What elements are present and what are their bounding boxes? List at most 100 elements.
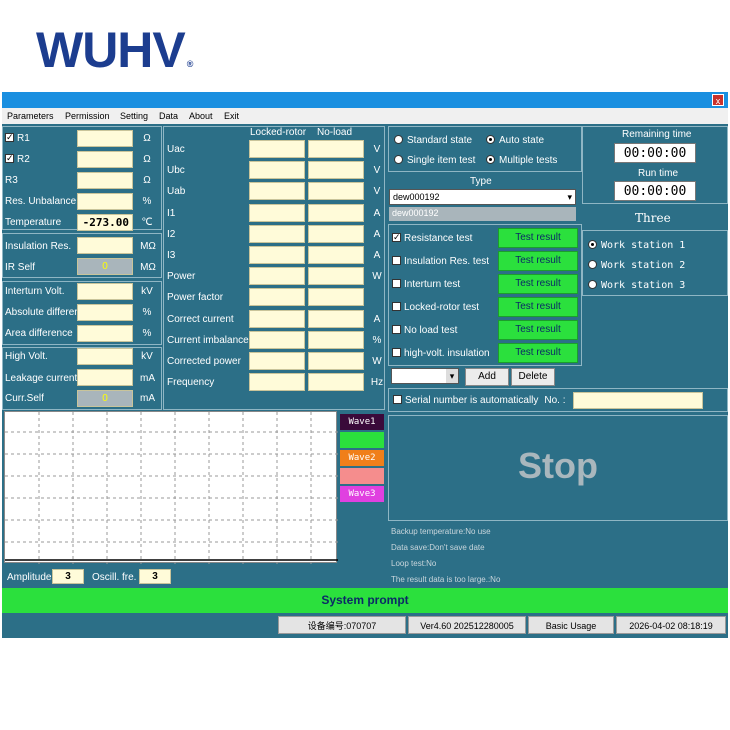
locked-rotor-field (249, 224, 305, 243)
no-load-field (308, 161, 364, 180)
r2-checkbox[interactable]: R2 (5, 152, 30, 166)
test-select[interactable]: ▾ (391, 368, 459, 384)
absolute-diff-label: Absolute differer (5, 307, 78, 318)
curr-self-field: 0 (77, 390, 133, 407)
locked-rotor-field (249, 267, 305, 286)
close-icon[interactable]: x (712, 94, 724, 106)
high-volt-unit: kV (141, 351, 153, 362)
measure-label: Power (167, 271, 196, 283)
test-checkbox[interactable]: Locked-rotor test (392, 302, 479, 314)
locked-rotor-field (249, 330, 305, 349)
no-load-header: No-load (317, 127, 353, 138)
area-diff-label: Area difference (5, 328, 73, 339)
info-backup-temperature: Backup temperature:No use (391, 527, 491, 536)
station-3-radio[interactable]: Work station 3 (588, 280, 685, 292)
no-load-field (308, 373, 364, 392)
station-2-radio[interactable]: Work station 2 (588, 260, 685, 272)
menu-permission[interactable]: Permission (65, 111, 110, 121)
status-mode: Basic Usage (528, 616, 614, 634)
type-select[interactable]: dew000192 ▾ (389, 189, 576, 205)
add-button[interactable]: Add (465, 368, 509, 386)
menu-data[interactable]: Data (159, 111, 178, 121)
standard-state-radio[interactable]: Standard state (394, 135, 472, 147)
unbalance-field (77, 193, 133, 210)
test-checkbox[interactable]: Insulation Res. test (392, 256, 489, 268)
test-result-badge: Test result (498, 228, 578, 248)
wave3-button[interactable]: Wave3 (340, 486, 384, 502)
measure-label: Frequency (167, 377, 215, 389)
menu-parameters[interactable]: Parameters (7, 111, 54, 121)
menu-bar: Parameters Permission Setting Data About… (2, 108, 728, 124)
leakage-current-unit: mA (140, 373, 155, 384)
locked-rotor-field (249, 182, 305, 201)
locked-rotor-field (249, 309, 305, 328)
menu-exit[interactable]: Exit (224, 111, 239, 121)
measure-label: I3 (167, 250, 176, 261)
measure-label: Ubc (167, 165, 185, 177)
wave-green-button[interactable] (340, 432, 384, 448)
multiple-tests-radio[interactable]: Multiple tests (486, 155, 557, 167)
wave2-button[interactable]: Wave2 (340, 450, 384, 466)
no-load-field (308, 182, 364, 201)
ir-self-unit: MΩ (140, 262, 156, 273)
locked-rotor-field (249, 352, 305, 370)
high-volt-label: High Volt. (5, 351, 48, 362)
insulation-res-label: Insulation Res. (5, 241, 72, 252)
brand-logo: WUHV ® (36, 22, 194, 78)
no-load-field (308, 224, 364, 243)
measure-label: Current imbalance (167, 334, 249, 346)
locked-rotor-header: Locked-rotor (250, 127, 307, 138)
amplitude-input[interactable]: 3 (52, 569, 84, 584)
test-result-badge: Test result (498, 274, 578, 294)
status-device: 设备编号:070707 (278, 616, 406, 634)
checkbox-icon (392, 279, 401, 288)
checkbox-icon (393, 395, 402, 404)
stations-title: Three (635, 211, 671, 225)
no-load-field (308, 267, 364, 286)
locked-rotor-field (249, 161, 305, 180)
r2-unit: Ω (143, 154, 151, 165)
area-diff-field (77, 325, 133, 342)
delete-button[interactable]: Delete (511, 368, 555, 386)
station-1-radio[interactable]: Work station 1 (588, 240, 685, 252)
chevron-down-icon: ▾ (446, 369, 458, 383)
checkbox-icon (392, 348, 401, 357)
wave-pink-button[interactable] (340, 468, 384, 484)
amplitude-label: Amplitude (7, 572, 52, 583)
no-load-field (308, 203, 364, 222)
menu-setting[interactable]: Setting (120, 111, 148, 121)
checkbox-icon (392, 231, 401, 243)
oscilloscope-plot (4, 411, 338, 564)
status-datetime: 2026-04-02 08:18:19 (616, 616, 726, 634)
checkbox-icon (5, 152, 14, 164)
run-time-value: 00:00:00 (614, 181, 696, 201)
serial-number-input[interactable] (573, 392, 703, 409)
radio-selected-icon (486, 155, 495, 164)
unbalance-unit: % (142, 196, 152, 207)
measure-unit: V (373, 144, 381, 155)
insulation-res-field (77, 237, 133, 254)
test-checkbox[interactable]: No load test (392, 325, 457, 337)
no-load-field (308, 140, 364, 158)
auto-state-radio[interactable]: Auto state (486, 135, 544, 147)
test-checkbox[interactable]: high-volt. insulation (392, 348, 490, 360)
checkbox-icon (5, 131, 14, 143)
locked-rotor-field (249, 246, 305, 264)
single-item-radio[interactable]: Single item test (394, 155, 475, 167)
wave1-button[interactable]: Wave1 (340, 414, 384, 430)
radio-selected-icon (588, 240, 597, 249)
test-result-badge: Test result (498, 343, 578, 363)
measure-label: I1 (167, 207, 176, 219)
test-result-badge: Test result (498, 297, 578, 317)
test-checkbox[interactable]: Resistance test (392, 231, 472, 245)
serial-auto-checkbox[interactable]: Serial number is automatically No. : (393, 395, 566, 407)
run-time-label: Run time (638, 168, 679, 179)
menu-about[interactable]: About (189, 111, 213, 121)
type-list-item[interactable]: dew000192 (389, 207, 576, 221)
oscill-input[interactable]: 3 (139, 569, 171, 584)
r1-checkbox[interactable]: R1 (5, 131, 30, 145)
high-volt-field (77, 348, 133, 365)
test-checkbox[interactable]: Interturn test (392, 279, 460, 291)
interturn-volt-unit: kV (141, 286, 153, 297)
no-load-field (308, 246, 364, 264)
